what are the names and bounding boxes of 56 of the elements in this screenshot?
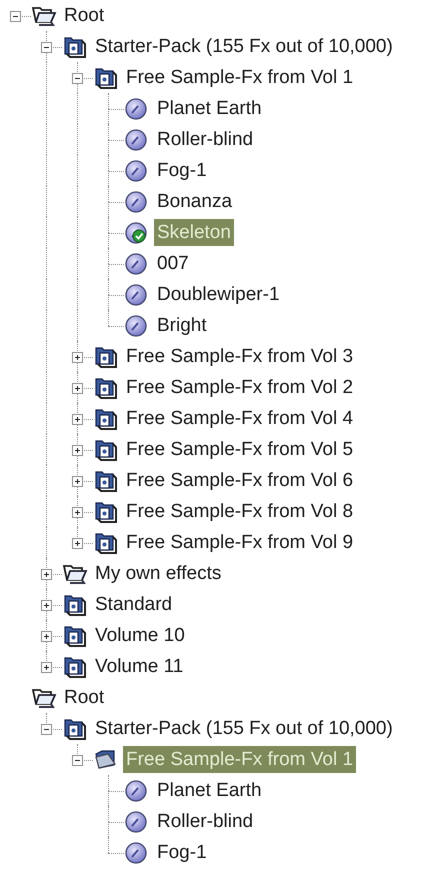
expand-toggle[interactable] <box>41 724 52 734</box>
expand-toggle[interactable] <box>72 352 83 362</box>
tree-item[interactable]: Doublewiper-1 <box>154 281 283 308</box>
expand-toggle[interactable] <box>72 506 83 518</box>
document-folder-icon <box>62 592 88 616</box>
document-folder-icon <box>62 716 88 740</box>
document-folder-icon <box>93 344 119 368</box>
tree-item[interactable]: Starter-Pack (155 Fx out of 10,000) <box>92 33 396 60</box>
tree-item[interactable]: Roller-blind <box>154 808 256 835</box>
tree-item[interactable]: Fog-1 <box>154 839 210 866</box>
expand-toggle[interactable] <box>41 600 52 610</box>
document-folder-icon <box>93 438 119 462</box>
tree-item[interactable]: Free Sample-Fx from Vol 1 <box>123 64 356 91</box>
tree-item[interactable]: Free Sample-Fx from Vol 5 <box>123 436 356 463</box>
expand-toggle[interactable] <box>10 10 21 22</box>
tree-item[interactable]: Planet Earth <box>154 95 265 122</box>
expand-toggle[interactable] <box>72 444 83 456</box>
tree-item[interactable]: My own effects <box>92 560 224 587</box>
document-folder-icon <box>62 654 88 678</box>
expand-toggle[interactable] <box>72 476 83 486</box>
expand-toggle[interactable] <box>72 414 83 424</box>
tree-item[interactable]: Free Sample-Fx from Vol 9 <box>123 529 356 556</box>
tree-item[interactable]: Free Sample-Fx from Vol 4 <box>123 405 356 432</box>
expand-toggle[interactable] <box>41 568 52 580</box>
document-folder-icon <box>62 34 88 58</box>
document-folder-icon <box>93 500 119 524</box>
tree-item[interactable]: Bright <box>154 312 210 339</box>
document-folder-icon <box>62 624 88 648</box>
expand-toggle[interactable] <box>72 72 83 84</box>
expand-toggle[interactable] <box>72 538 83 548</box>
tree-item[interactable]: Standard <box>92 591 176 618</box>
tree-item[interactable]: Free Sample-Fx from Vol 6 <box>123 467 356 494</box>
open-folder-icon <box>93 748 119 772</box>
expand-toggle[interactable] <box>41 662 52 672</box>
tree-item[interactable]: Free Sample-Fx from Vol 3 <box>123 343 356 370</box>
expand-toggle[interactable] <box>41 42 52 52</box>
tree-item[interactable]: Volume 11 <box>92 653 186 680</box>
tree-item[interactable]: 007 <box>154 250 192 277</box>
tree-item[interactable]: Bonanza <box>154 188 236 215</box>
document-folder-icon <box>93 376 119 400</box>
document-folder-icon <box>93 530 119 554</box>
expand-toggle[interactable] <box>41 630 52 642</box>
tree-item[interactable]: Free Sample-Fx from Vol 2 <box>123 374 356 401</box>
tree-item[interactable]: Root <box>61 684 108 711</box>
document-folder-icon <box>93 406 119 430</box>
tree-item[interactable]: Root <box>61 2 108 29</box>
expand-toggle[interactable] <box>72 754 83 766</box>
tree-item[interactable]: Planet Earth <box>154 777 265 804</box>
tree-item[interactable]: Roller-blind <box>154 126 256 153</box>
tree-item[interactable]: Starter-Pack (155 Fx out of 10,000) <box>92 715 396 742</box>
tree-item[interactable]: Fog-1 <box>154 157 210 184</box>
document-folder-icon <box>93 66 119 90</box>
document-folder-icon <box>93 468 119 492</box>
expand-toggle[interactable] <box>72 382 83 394</box>
tree-item[interactable]: Free Sample-Fx from Vol 8 <box>123 498 356 525</box>
tree-item[interactable]: Volume 10 <box>92 622 188 649</box>
